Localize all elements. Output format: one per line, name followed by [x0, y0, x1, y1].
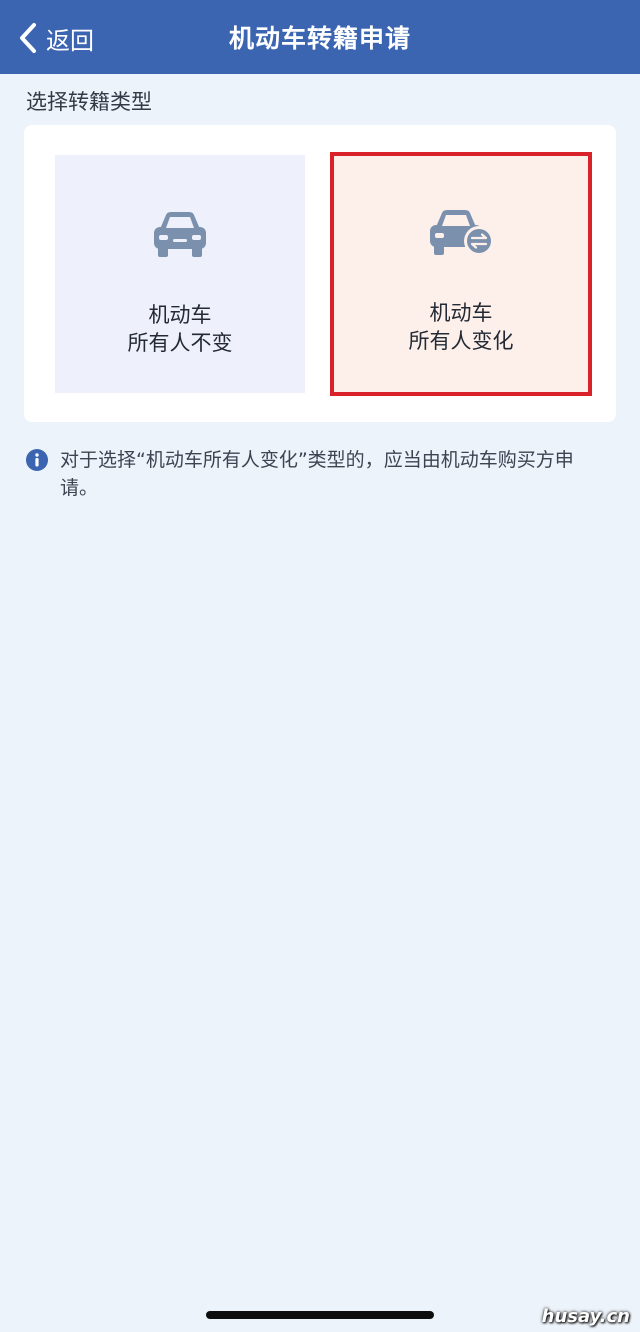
info-icon: [26, 449, 48, 471]
nav-bar: 返回 机动车转籍申请: [0, 0, 640, 74]
page-title: 机动车转籍申请: [228, 24, 411, 53]
option-subtitle: 所有人不变: [127, 331, 233, 355]
car-transfer-icon: [426, 205, 496, 263]
transfer-type-panel: 机动车 所有人不变 机动车 所有人变化: [24, 125, 616, 422]
watermark: husay.cn: [541, 1306, 630, 1327]
option-owner-unchanged[interactable]: 机动车 所有人不变: [55, 155, 305, 393]
home-indicator: [206, 1311, 434, 1319]
option-title: 机动车: [148, 303, 212, 327]
option-owner-changed[interactable]: 机动车 所有人变化: [330, 152, 592, 396]
back-button[interactable]: 返回: [18, 20, 94, 56]
back-label: 返回: [46, 26, 94, 55]
car-icon: [148, 207, 212, 265]
option-title: 机动车: [429, 301, 493, 325]
option-subtitle: 所有人变化: [408, 329, 514, 353]
section-label: 选择转籍类型: [26, 90, 152, 114]
notice-text: 对于选择“机动车所有人变化”类型的，应当由机动车购买方申请。: [60, 449, 574, 499]
notice: 对于选择“机动车所有人变化”类型的，应当由机动车购买方申请。: [26, 446, 586, 502]
chevron-left-icon: [18, 22, 38, 54]
